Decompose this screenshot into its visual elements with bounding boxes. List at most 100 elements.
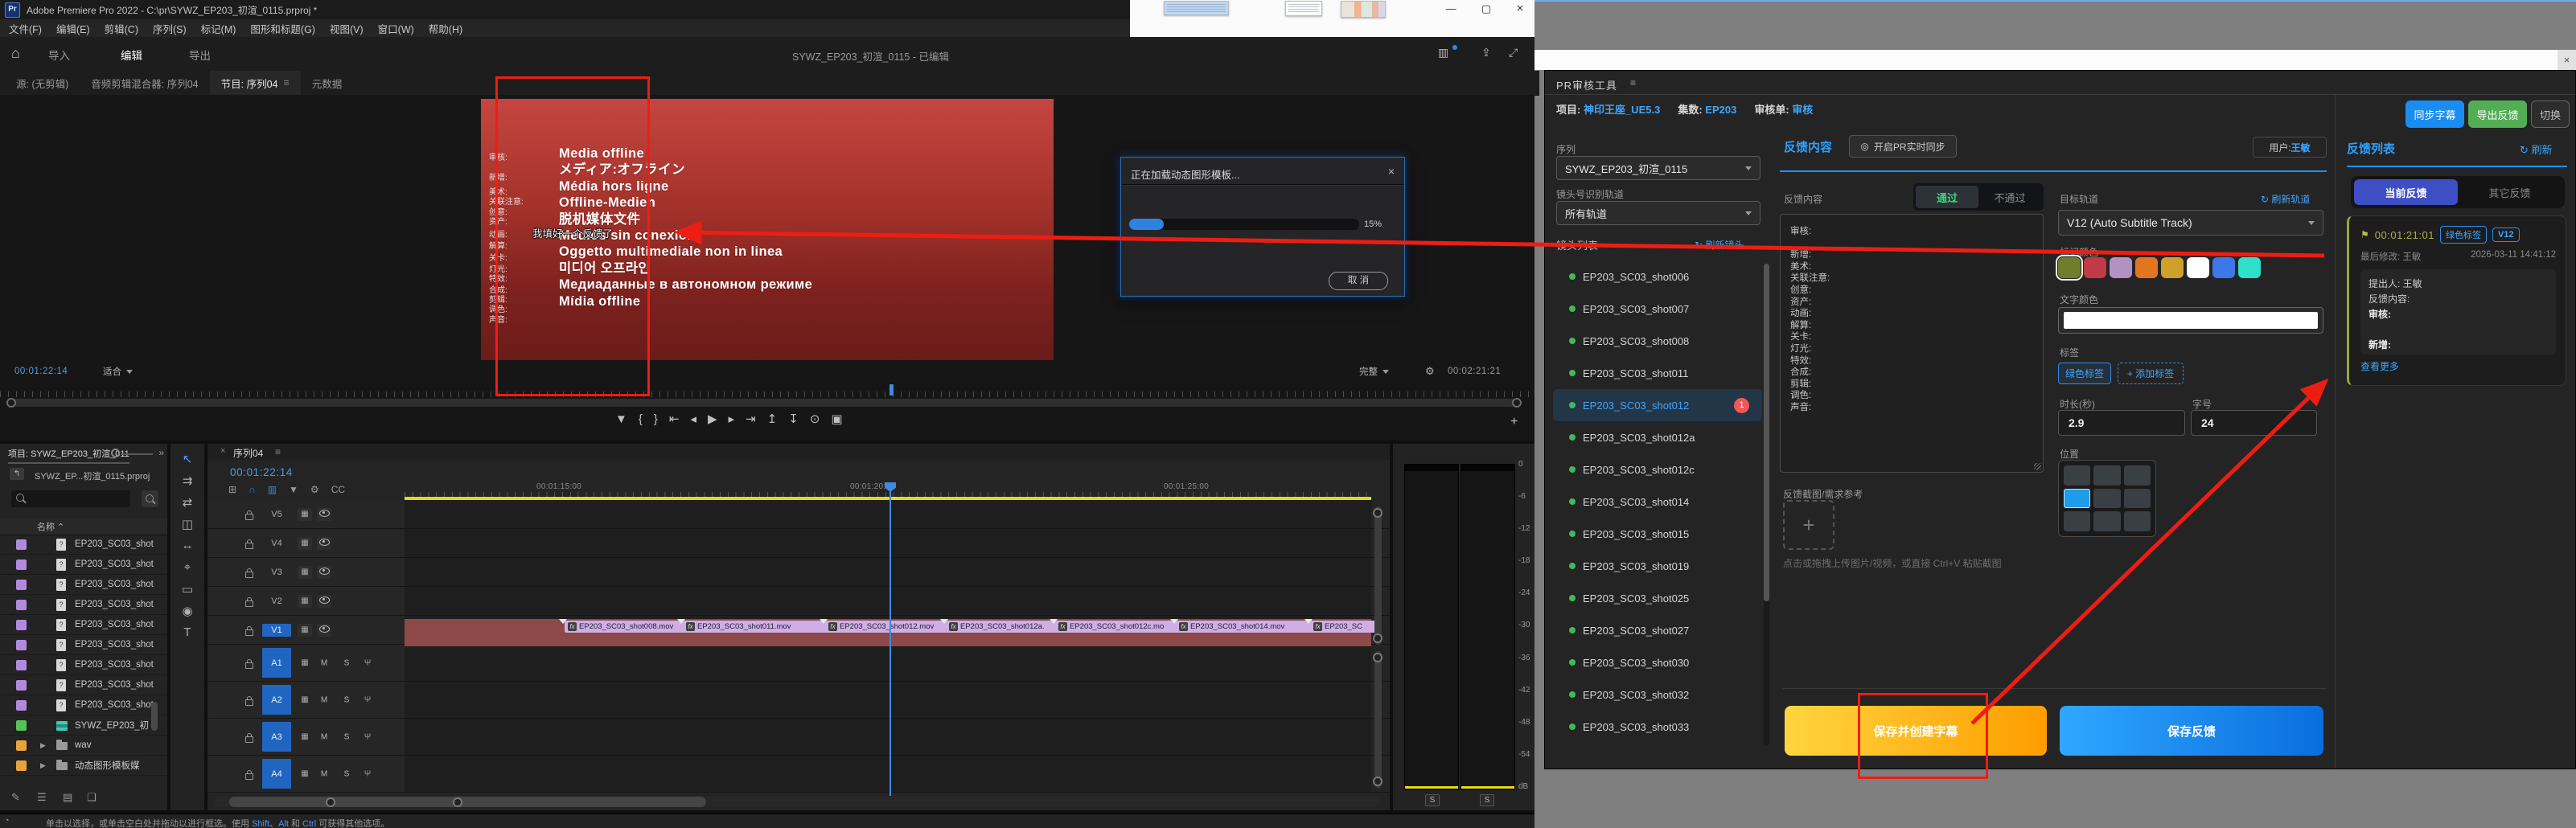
breadcrumb[interactable]: SYWZ_EP...初渲_0115.prproj — [35, 469, 150, 482]
menu-item[interactable]: 窗口(W) — [371, 21, 421, 36]
monitor-timecode[interactable]: 00:01:22:14 — [14, 367, 68, 376]
timeline-timecode[interactable]: 00:01:22:14 — [230, 466, 293, 478]
menu-item[interactable]: 编辑(E) — [49, 21, 97, 36]
navigate-up-icon[interactable]: ↰ — [10, 468, 24, 480]
label-color-swatch[interactable] — [16, 620, 27, 630]
close-icon[interactable]: × — [220, 446, 225, 456]
position-cell[interactable] — [2124, 465, 2151, 486]
menu-item[interactable]: 视图(V) — [323, 21, 371, 36]
button-editor-icon[interactable]: + — [1510, 415, 1518, 429]
timeline-horizontal-scrollbar[interactable] — [214, 797, 1380, 807]
project-scrollbar[interactable] — [151, 702, 158, 731]
edit-bin-icon[interactable]: ✎ — [11, 791, 20, 804]
color-swatch[interactable] — [2084, 257, 2106, 278]
position-cell[interactable] — [2064, 511, 2090, 531]
step-forward-icon[interactable]: ▸ — [729, 412, 735, 426]
linked-selection-icon[interactable]: ▥ — [268, 484, 277, 495]
position-cell[interactable] — [2064, 489, 2090, 509]
sequence-tab[interactable]: 序列04 — [233, 446, 263, 460]
expand-chevron-icon[interactable]: ▶ — [40, 761, 46, 770]
mute-button[interactable]: M — [318, 732, 330, 741]
refresh-shots-link[interactable]: ↻ 刷新镜头 — [1695, 238, 1744, 252]
scrollbar-handle[interactable] — [1373, 653, 1382, 662]
home-icon[interactable]: ⌂ — [11, 45, 20, 62]
track-content[interactable] — [405, 645, 1371, 681]
track-target-toggle[interactable]: V4 — [262, 537, 291, 550]
panel-menu-icon[interactable]: ≡ — [275, 446, 281, 457]
zoom-handle[interactable] — [453, 797, 462, 807]
shot-list-item[interactable]: EP203_SC03_shot008 — [1553, 325, 1762, 357]
lift-icon[interactable]: ↥ — [767, 412, 778, 426]
track-lock-icon[interactable] — [245, 543, 253, 549]
text-color-input[interactable] — [2058, 307, 2323, 334]
solo-left-button[interactable]: S — [1425, 794, 1440, 806]
track-content[interactable] — [405, 756, 1371, 792]
shot-list-item[interactable]: EP203_SC03_shot015 — [1553, 518, 1762, 550]
close-button[interactable]: × — [1510, 2, 1530, 16]
shot-list-item[interactable]: EP203_SC03_shot032 — [1553, 678, 1762, 711]
track-content[interactable] — [405, 529, 1371, 557]
voiceover-record-icon[interactable]: Ψ — [362, 732, 373, 741]
target-track-select[interactable]: V12 (Auto Subtitle Track) — [2058, 210, 2323, 236]
label-color-swatch[interactable] — [16, 600, 27, 610]
mark-in-icon[interactable]: { — [639, 412, 643, 426]
menu-item[interactable]: 图形和标题(G) — [243, 21, 323, 36]
shot-list-item[interactable]: EP203_SC03_shot012c — [1553, 453, 1762, 486]
sync-lock-icon[interactable]: ▦ — [298, 508, 312, 521]
pass-button[interactable]: 通过 — [1916, 186, 1978, 208]
solo-button[interactable]: S — [341, 769, 352, 778]
sync-lock-icon[interactable]: ▦ — [298, 657, 312, 670]
track-target-toggle[interactable]: V1 — [262, 624, 291, 637]
track-lock-icon[interactable] — [245, 699, 253, 706]
label-color-swatch[interactable] — [16, 580, 27, 590]
color-swatch[interactable] — [2187, 257, 2209, 278]
panel-tab[interactable]: 源: (无剪辑) — [5, 71, 80, 95]
panel-menu-icon[interactable]: ≡ — [1630, 77, 1636, 88]
fontsize-input[interactable]: 24 — [2191, 410, 2317, 436]
close-button[interactable]: × — [2558, 50, 2576, 70]
track-content[interactable] — [405, 719, 1371, 755]
restore-button[interactable]: ▢ — [1476, 2, 1497, 16]
track-content[interactable] — [405, 682, 1371, 718]
track-target-toggle[interactable]: V3 — [262, 566, 291, 579]
color-swatch[interactable] — [2161, 257, 2184, 278]
shot-list-item[interactable]: EP203_SC03_shot019 — [1553, 550, 1762, 582]
timeline-clip[interactable]: fx EP203_SC03_shot012a. — [946, 621, 1057, 633]
panel-tab[interactable]: 元数据 — [301, 71, 354, 95]
shot-list-scrollbar[interactable] — [1764, 264, 1769, 746]
track-target-toggle[interactable]: A3 — [262, 722, 291, 752]
shot-list-item[interactable]: EP203_SC03_shot014 — [1553, 486, 1762, 518]
dialog-close-icon[interactable]: × — [1388, 165, 1395, 178]
more-panels-icon[interactable]: » — [158, 447, 164, 458]
label-color-swatch[interactable] — [16, 720, 27, 731]
scrollbar-handle[interactable] — [1373, 633, 1382, 643]
toggle-track-output-icon[interactable] — [317, 624, 331, 637]
minimize-button[interactable]: — — [1440, 2, 1461, 16]
sync-lock-icon[interactable]: ▦ — [298, 566, 312, 579]
type-tool[interactable]: T — [183, 625, 191, 638]
expand-chevron-icon[interactable]: ▶ — [40, 741, 46, 750]
track-lock-icon[interactable] — [245, 736, 253, 743]
feedback-tab[interactable]: 当前反馈 — [2354, 179, 2458, 205]
captions-icon[interactable]: CC — [331, 484, 345, 495]
step-back-icon[interactable]: ◂ — [690, 412, 696, 426]
position-cell[interactable] — [2093, 489, 2120, 509]
project-item-row[interactable]: ▶ ? 动态图形模板媒 — [0, 756, 167, 776]
project-item-row[interactable]: ▶ ? SYWZ_EP203_初 — [0, 715, 167, 736]
position-cell[interactable] — [2124, 489, 2151, 509]
track-lock-icon[interactable] — [245, 773, 253, 780]
playback-resolution-select[interactable]: 完整 — [1359, 365, 1389, 378]
freeform-view-icon[interactable]: ❏ — [87, 791, 97, 804]
project-item-row[interactable]: ▶ ? EP203_SC03_shot — [0, 555, 167, 575]
track-target-toggle[interactable]: A2 — [262, 685, 291, 715]
resize-handle[interactable] — [2034, 463, 2041, 470]
play-icon[interactable]: ▶ — [708, 412, 717, 426]
panel-menu-icon[interactable]: ≡ — [284, 77, 290, 88]
track-lock-icon[interactable] — [245, 629, 253, 636]
track-target-toggle[interactable]: V5 — [262, 508, 291, 521]
feedback-tab[interactable]: 其它反馈 — [2458, 179, 2562, 205]
track-target-toggle[interactable]: A1 — [262, 648, 291, 678]
workspace-tab-export[interactable]: 导出 — [189, 47, 211, 63]
track-lock-icon[interactable] — [245, 662, 253, 669]
mute-button[interactable]: M — [318, 658, 330, 667]
